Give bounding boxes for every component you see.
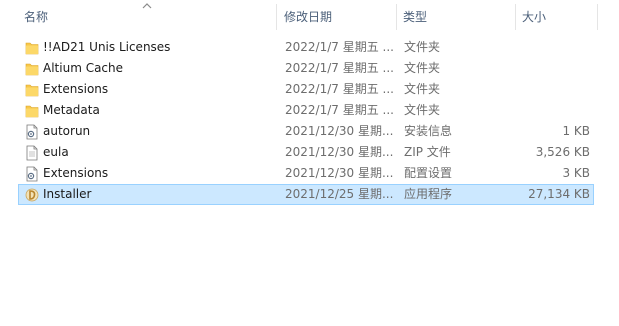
- file-type: 文件夹: [404, 103, 441, 117]
- folder-icon: [25, 40, 39, 56]
- file-row[interactable]: Installer 2021/12/25 星期... 应用程序 27,134 KB: [18, 184, 594, 205]
- file-date: 2021/12/30 星期...: [285, 166, 393, 180]
- file-date: 2022/1/7 星期五 ...: [285, 103, 393, 117]
- file-size: [499, 38, 590, 57]
- file-type: ZIP 文件: [404, 145, 451, 159]
- file-size: 27,134 KB: [528, 187, 590, 201]
- text-file-icon: [25, 145, 39, 161]
- file-type: 安装信息: [404, 124, 453, 138]
- file-name: Metadata: [43, 103, 100, 117]
- file-name: !!AD21 Unis Licenses: [43, 40, 171, 54]
- column-header-size[interactable]: 大小: [516, 0, 598, 34]
- file-row[interactable]: Extensions 2022/1/7 星期五 ... 文件夹: [18, 79, 594, 100]
- settings-file-icon: [25, 124, 39, 140]
- column-separator[interactable]: [276, 4, 277, 30]
- file-date: 2021/12/30 星期...: [285, 124, 393, 138]
- file-type: 文件夹: [404, 82, 441, 96]
- file-name: Altium Cache: [43, 61, 124, 75]
- file-size: 3 KB: [562, 166, 590, 180]
- column-header-size-label: 大小: [522, 10, 547, 24]
- file-row[interactable]: !!AD21 Unis Licenses 2022/1/7 星期五 ... 文件夹: [18, 37, 594, 58]
- column-header-name-label: 名称: [24, 10, 49, 24]
- sort-up-arrow-icon: [142, 3, 152, 9]
- file-type: 应用程序: [404, 187, 453, 201]
- file-name: eula: [43, 145, 69, 159]
- file-size: [499, 101, 590, 120]
- column-header-date-label: 修改日期: [284, 10, 333, 24]
- file-row[interactable]: Metadata 2022/1/7 星期五 ... 文件夹: [18, 100, 594, 121]
- file-date: 2022/1/7 星期五 ...: [285, 40, 393, 54]
- file-name: autorun: [43, 124, 91, 138]
- file-row[interactable]: Extensions 2021/12/30 星期... 配置设置 3 KB: [18, 163, 594, 184]
- file-row[interactable]: autorun 2021/12/30 星期... 安装信息 1 KB: [18, 121, 594, 142]
- folder-icon: [25, 82, 39, 98]
- file-name: Extensions: [43, 82, 109, 96]
- file-size: 1 KB: [562, 124, 590, 138]
- column-header-type-label: 类型: [403, 10, 428, 24]
- file-size: 3,526 KB: [535, 145, 590, 159]
- file-date: 2022/1/7 星期五 ...: [285, 61, 393, 75]
- file-date: 2022/1/7 星期五 ...: [285, 82, 393, 96]
- file-name: Extensions: [43, 166, 109, 180]
- file-size: [499, 80, 590, 99]
- installer-icon: [25, 187, 39, 203]
- settings-file-icon: [25, 166, 39, 182]
- file-row[interactable]: Altium Cache 2022/1/7 星期五 ... 文件夹: [18, 58, 594, 79]
- file-type: 配置设置: [404, 166, 453, 180]
- file-row[interactable]: eula 2021/12/30 星期... ZIP 文件 3,526 KB: [18, 142, 594, 163]
- file-date: 2021/12/25 星期...: [285, 187, 393, 201]
- column-header-row: 名称 修改日期 类型 大小: [0, 0, 619, 34]
- file-type: 文件夹: [404, 40, 441, 54]
- file-name: Installer: [43, 187, 92, 201]
- file-size: [499, 59, 590, 78]
- column-header-date[interactable]: 修改日期: [278, 0, 396, 34]
- file-explorer: 名称 修改日期 类型 大小 !!AD21 Unis Licenses 2022/1…: [0, 0, 619, 326]
- file-type: 文件夹: [404, 61, 441, 75]
- folder-icon: [25, 103, 39, 119]
- column-header-type[interactable]: 类型: [397, 0, 515, 34]
- folder-icon: [25, 61, 39, 77]
- file-date: 2021/12/30 星期...: [285, 145, 393, 159]
- column-separator[interactable]: [597, 4, 598, 30]
